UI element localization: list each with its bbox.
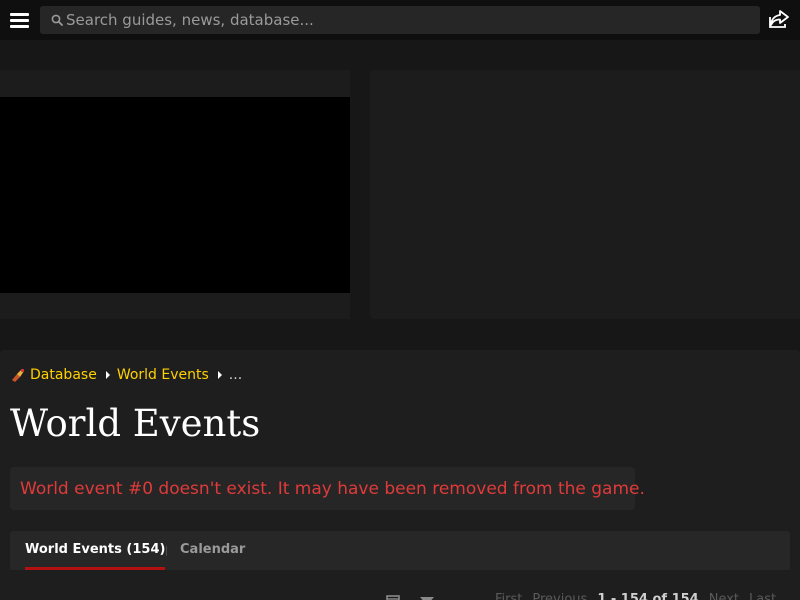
video-panel (0, 70, 350, 319)
database-icon (12, 368, 25, 382)
pager-last[interactable]: Last (749, 592, 776, 600)
search-input[interactable] (66, 6, 746, 34)
pager-first[interactable]: First (495, 592, 522, 600)
share-icon[interactable] (768, 9, 790, 29)
tab-bar: World Events (154) Calendar (10, 531, 790, 570)
list-toolbar: First Previous 1 - 154 of 154 Next Last (0, 586, 800, 600)
video-player[interactable] (0, 97, 350, 293)
error-text: World event #0 doesn't exist. It may hav… (20, 478, 645, 499)
search-box (40, 6, 760, 34)
pager-count: 1 - 154 of 154 (597, 592, 699, 600)
tab-divider (166, 546, 167, 556)
tab-world-events[interactable]: World Events (154) (25, 531, 166, 570)
breadcrumb-database[interactable]: Database (30, 367, 97, 383)
chevron-right-icon (105, 371, 110, 379)
pagination: First Previous 1 - 154 of 154 Next Last (495, 592, 776, 600)
hamburger-menu-icon[interactable] (10, 13, 29, 28)
pager-previous[interactable]: Previous (532, 592, 587, 600)
ad-panel (370, 70, 800, 319)
pager-next[interactable]: Next (709, 592, 739, 600)
error-message: World event #0 doesn't exist. It may hav… (10, 467, 645, 510)
top-navigation-bar (0, 0, 800, 40)
filter-icon[interactable] (420, 595, 434, 600)
main-content: Database World Events ... World Events W… (0, 350, 800, 600)
chevron-right-icon (217, 371, 222, 379)
breadcrumb-more[interactable]: ... (229, 367, 242, 383)
table-view-icon[interactable] (386, 595, 400, 600)
breadcrumb: Database World Events ... (10, 365, 242, 385)
breadcrumb-world-events[interactable]: World Events (117, 367, 209, 383)
search-icon (51, 14, 63, 26)
page-title: World Events (10, 402, 261, 445)
tab-calendar[interactable]: Calendar (180, 531, 245, 570)
